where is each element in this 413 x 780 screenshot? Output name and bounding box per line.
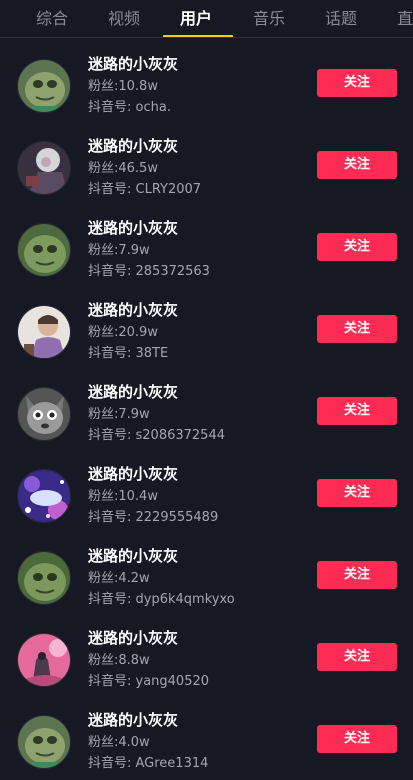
douyin-id: 抖音号: 38TE <box>88 346 169 361</box>
user-name[interactable]: 迷路的小灰灰 <box>88 710 178 730</box>
follow-button[interactable]: 关注 <box>317 643 397 671</box>
avatar[interactable] <box>17 469 71 523</box>
user-name[interactable]: 迷路的小灰灰 <box>88 300 178 320</box>
user-row[interactable]: 迷路的小灰灰 粉丝:4.2w 抖音号: dyp6k4qmkyxo 关注 <box>0 530 413 612</box>
avatar[interactable] <box>17 223 71 277</box>
douyin-id: 抖音号: AGree1314 <box>88 756 209 771</box>
tab-users[interactable]: 用户 <box>180 8 212 30</box>
user-name[interactable]: 迷路的小灰灰 <box>88 628 178 648</box>
category-tab-bar: 综合 视频 用户 音乐 话题 直 <box>0 0 413 38</box>
user-row[interactable]: 迷路的小灰灰 粉丝:7.9w 抖音号: s2086372544 关注 <box>0 366 413 448</box>
douyin-id: 抖音号: yang40520 <box>88 674 210 689</box>
douyin-id: 抖音号: 285372563 <box>88 264 210 279</box>
follow-button[interactable]: 关注 <box>317 233 397 261</box>
user-row[interactable]: 迷路的小灰灰 粉丝:8.8w 抖音号: yang40520 关注 <box>0 612 413 694</box>
user-row[interactable]: 迷路的小灰灰 粉丝:10.4w 抖音号: 2229555489 关注 <box>0 448 413 530</box>
user-name[interactable]: 迷路的小灰灰 <box>88 464 178 484</box>
tab-music[interactable]: 音乐 <box>253 8 285 30</box>
follow-button[interactable]: 关注 <box>317 397 397 425</box>
follower-count: 粉丝:46.5w <box>88 161 158 176</box>
douyin-id: 抖音号: ocha. <box>88 100 171 115</box>
tab-videos[interactable]: 视频 <box>108 8 140 30</box>
user-name[interactable]: 迷路的小灰灰 <box>88 546 178 566</box>
douyin-id: 抖音号: CLRY2007 <box>88 182 202 197</box>
avatar[interactable] <box>17 387 71 441</box>
tab-topics[interactable]: 话题 <box>325 8 357 30</box>
follower-count: 粉丝:10.8w <box>88 79 158 94</box>
tab-live[interactable]: 直 <box>397 8 413 30</box>
user-row[interactable]: 迷路的小灰灰 粉丝:46.5w 抖音号: CLRY2007 关注 <box>0 120 413 202</box>
follow-button[interactable]: 关注 <box>317 151 397 179</box>
follower-count: 粉丝:8.8w <box>88 653 150 668</box>
avatar[interactable] <box>17 59 71 113</box>
follower-count: 粉丝:7.9w <box>88 407 150 422</box>
follower-count: 粉丝:4.0w <box>88 735 150 750</box>
avatar[interactable] <box>17 715 71 769</box>
douyin-id: 抖音号: 2229555489 <box>88 510 219 525</box>
follow-button[interactable]: 关注 <box>317 315 397 343</box>
user-results-list: 迷路的小灰灰 粉丝:10.8w 抖音号: ocha. 关注 迷路的小灰灰 粉丝:… <box>0 38 413 776</box>
follower-count: 粉丝:7.9w <box>88 243 150 258</box>
user-row[interactable]: 迷路的小灰灰 粉丝:10.8w 抖音号: ocha. 关注 <box>0 38 413 120</box>
follow-button[interactable]: 关注 <box>317 725 397 753</box>
avatar[interactable] <box>17 141 71 195</box>
user-name[interactable]: 迷路的小灰灰 <box>88 54 178 74</box>
avatar[interactable] <box>17 305 71 359</box>
user-row[interactable]: 迷路的小灰灰 粉丝:20.9w 抖音号: 38TE 关注 <box>0 284 413 366</box>
follow-button[interactable]: 关注 <box>317 561 397 589</box>
douyin-id: 抖音号: s2086372544 <box>88 428 225 443</box>
follow-button[interactable]: 关注 <box>317 69 397 97</box>
user-name[interactable]: 迷路的小灰灰 <box>88 218 178 238</box>
douyin-id: 抖音号: dyp6k4qmkyxo <box>88 592 235 607</box>
follower-count: 粉丝:20.9w <box>88 325 158 340</box>
follow-button[interactable]: 关注 <box>317 479 397 507</box>
user-row[interactable]: 迷路的小灰灰 粉丝:4.0w 抖音号: AGree1314 关注 <box>0 694 413 776</box>
tab-comprehensive[interactable]: 综合 <box>36 8 68 30</box>
user-name[interactable]: 迷路的小灰灰 <box>88 382 178 402</box>
user-name[interactable]: 迷路的小灰灰 <box>88 136 178 156</box>
user-row[interactable]: 迷路的小灰灰 粉丝:7.9w 抖音号: 285372563 关注 <box>0 202 413 284</box>
follower-count: 粉丝:10.4w <box>88 489 158 504</box>
avatar[interactable] <box>17 633 71 687</box>
avatar[interactable] <box>17 551 71 605</box>
follower-count: 粉丝:4.2w <box>88 571 150 586</box>
